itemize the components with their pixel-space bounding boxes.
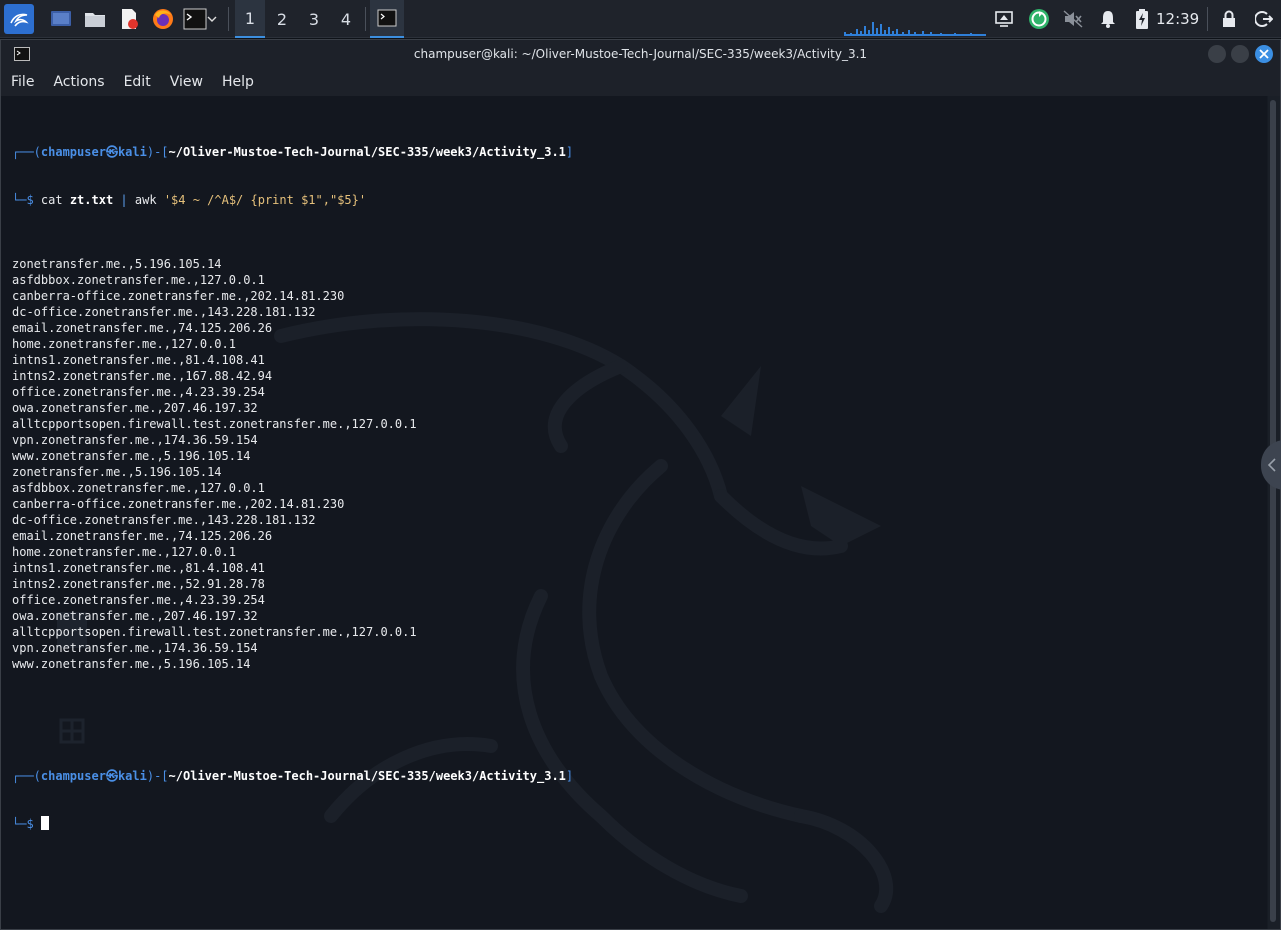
show-desktop-icon[interactable] — [48, 5, 74, 33]
output-line: zonetransfer.me.,5.196.105.14 — [12, 465, 222, 479]
output-line: owa.zonetransfer.me.,207.46.197.32 — [12, 401, 258, 415]
prompt-line-1: ┌──(champuser㉿kali)-[~/Oliver-Mustoe-Tec… — [12, 145, 574, 159]
output-line: home.zonetransfer.me.,127.0.0.1 — [12, 545, 236, 559]
output-line: home.zonetransfer.me.,127.0.0.1 — [12, 337, 236, 351]
output-line: www.zonetransfer.me.,5.196.105.14 — [12, 449, 251, 463]
output-line: dc-office.zonetransfer.me.,143.228.181.1… — [12, 305, 316, 319]
prompt-path: ~/Oliver-Mustoe-Tech-Journal/SEC-335/wee… — [168, 769, 566, 783]
output-line: intns1.zonetransfer.me.,81.4.108.41 — [12, 561, 265, 575]
workspace-4[interactable]: 4 — [331, 0, 361, 38]
cmd-file: zt.txt — [69, 193, 114, 207]
chevron-left-icon — [1267, 458, 1276, 472]
terminal-content: ┌──(champuser㉿kali)-[~/Oliver-Mustoe-Tec… — [12, 112, 573, 848]
top-panel: 1 2 3 4 12:39 — [0, 0, 1281, 38]
command-line: └─$ cat zt.txt | awk '$4 ~ /^A$/ {print … — [12, 193, 367, 207]
updates-icon[interactable] — [1028, 7, 1050, 31]
terminal-scrollbar[interactable] — [1268, 96, 1280, 929]
prompt-user: champuser — [40, 145, 106, 159]
logout-icon[interactable] — [1253, 7, 1275, 31]
output-line: intns1.zonetransfer.me.,81.4.108.41 — [12, 353, 265, 367]
window-title: champuser@kali: ~/Oliver-Mustoe-Tech-Jou… — [413, 47, 868, 61]
panel-separator — [1207, 7, 1208, 31]
output-line: email.zonetransfer.me.,74.125.206.26 — [12, 321, 273, 335]
text-cursor — [40, 816, 49, 830]
cmd-awk: awk — [134, 193, 157, 207]
output-line: office.zonetransfer.me.,4.23.39.254 — [12, 385, 265, 399]
output-line: zonetransfer.me.,5.196.105.14 — [12, 257, 222, 271]
terminal-task-icon — [377, 9, 397, 27]
output-line: canberra-office.zonetransfer.me.,202.14.… — [12, 289, 345, 303]
volume-muted-icon[interactable] — [1062, 7, 1084, 31]
terminal-task-button[interactable] — [370, 0, 404, 38]
window-terminal-icon — [14, 47, 30, 61]
clock[interactable]: 12:39 — [1156, 0, 1199, 38]
prompt-host: kali — [117, 145, 147, 159]
output-line: intns2.zonetransfer.me.,167.88.42.94 — [12, 369, 273, 383]
workspace-3[interactable]: 3 — [299, 0, 329, 38]
output-line: canberra-office.zonetransfer.me.,202.14.… — [12, 497, 345, 511]
menu-view[interactable]: View — [168, 72, 205, 92]
network-icon[interactable] — [994, 7, 1014, 31]
output-line: vpn.zonetransfer.me.,174.36.59.154 — [12, 433, 258, 447]
output-line: dc-office.zonetransfer.me.,143.228.181.1… — [12, 513, 316, 527]
kali-menu-icon[interactable] — [4, 4, 34, 34]
prompt-path: ~/Oliver-Mustoe-Tech-Journal/SEC-335/wee… — [168, 145, 566, 159]
output-line: office.zonetransfer.me.,4.23.39.254 — [12, 593, 265, 607]
menu-help[interactable]: Help — [220, 72, 256, 92]
output-line: vpn.zonetransfer.me.,174.36.59.154 — [12, 641, 258, 655]
input-line[interactable]: └─$ — [12, 816, 573, 832]
close-icon — [1259, 49, 1269, 59]
battery-charging-icon[interactable] — [1132, 7, 1152, 31]
prompt-line-2: ┌──(champuser㉿kali)-[~/Oliver-Mustoe-Tec… — [12, 769, 574, 783]
output-line: intns2.zonetransfer.me.,52.91.28.78 — [12, 577, 265, 591]
cmd-pipe: | — [120, 193, 128, 207]
command-output: zonetransfer.me.,5.196.105.14 asfdbbox.zo… — [12, 256, 573, 672]
output-line: alltcpportsopen.firewall.test.zonetransf… — [12, 417, 417, 431]
menu-edit[interactable]: Edit — [122, 72, 153, 92]
scrollbar-thumb[interactable] — [1270, 100, 1276, 922]
menu-bar: File Actions Edit View Help — [1, 68, 1280, 96]
menu-actions[interactable]: Actions — [51, 72, 106, 92]
output-line: asfdbbox.zonetransfer.me.,127.0.0.1 — [12, 273, 265, 287]
output-line: www.zonetransfer.me.,5.196.105.14 — [12, 657, 251, 671]
lock-icon[interactable] — [1219, 7, 1239, 31]
terminal-icon[interactable] — [180, 5, 220, 33]
cmd-cat: cat — [40, 193, 63, 207]
chevron-down-icon[interactable] — [207, 15, 217, 23]
firefox-icon[interactable] — [150, 5, 176, 33]
workspace-2[interactable]: 2 — [267, 0, 297, 38]
notification-bell-icon[interactable] — [1098, 7, 1118, 31]
panel-separator — [228, 7, 229, 31]
workspace-1[interactable]: 1 — [235, 0, 265, 38]
close-button[interactable] — [1255, 45, 1273, 63]
prompt-user: champuser — [40, 769, 106, 783]
cpu-graph — [844, 22, 986, 36]
output-line: asfdbbox.zonetransfer.me.,127.0.0.1 — [12, 481, 265, 495]
prompt-host: kali — [117, 769, 147, 783]
output-line: owa.zonetransfer.me.,207.46.197.32 — [12, 609, 258, 623]
output-line: alltcpportsopen.firewall.test.zonetransf… — [12, 625, 417, 639]
output-line: email.zonetransfer.me.,74.125.206.26 — [12, 529, 273, 543]
maximize-button[interactable] — [1231, 45, 1249, 63]
minimize-button[interactable] — [1208, 45, 1226, 63]
cmd-awk-script: '$4 ~ /^A$/ {print $1","$5}' — [163, 193, 367, 207]
panel-separator — [365, 7, 366, 31]
text-editor-icon[interactable] — [116, 5, 142, 33]
menu-file[interactable]: File — [9, 72, 36, 92]
file-manager-icon[interactable] — [82, 5, 108, 33]
window-titlebar[interactable]: champuser@kali: ~/Oliver-Mustoe-Tech-Jou… — [1, 40, 1280, 68]
